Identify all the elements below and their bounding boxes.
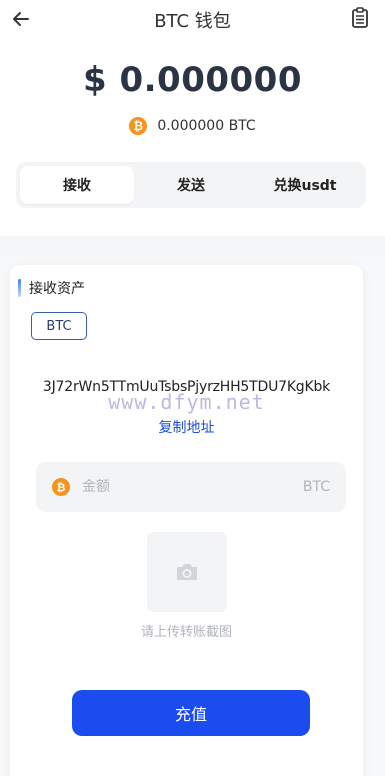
- amount-input[interactable]: [82, 479, 303, 495]
- section-accent-bar: [18, 279, 21, 297]
- crypto-balance-row: ₿ 0.000000 BTC: [0, 117, 385, 135]
- bitcoin-icon: ₿: [52, 478, 70, 496]
- camera-icon: [177, 564, 197, 580]
- upload-screenshot-button[interactable]: [147, 532, 227, 612]
- records-button[interactable]: [351, 7, 369, 29]
- fiat-balance: $ 0.000000: [82, 60, 302, 100]
- bitcoin-icon: ₿: [129, 117, 148, 135]
- clipboard-icon: [352, 7, 368, 28]
- section-header: 接收资产: [18, 278, 85, 298]
- watermark: www.dfym.net: [108, 390, 265, 414]
- copy-address-link[interactable]: 复制地址: [10, 417, 363, 437]
- amount-unit: BTC: [302, 479, 330, 495]
- deposit-button[interactable]: 充值: [72, 690, 310, 736]
- crypto-balance: 0.000000 BTC: [157, 118, 256, 134]
- app-header: BTC 钱包: [0, 0, 385, 40]
- network-chip[interactable]: BTC: [31, 312, 87, 340]
- amount-field[interactable]: ₿ BTC: [36, 462, 346, 512]
- receive-card: 接收资产 BTC 3J72rWn5TTmUuTsbsPjyrzHH5TDU7Kg…: [10, 265, 363, 776]
- page-title: BTC 钱包: [154, 11, 231, 32]
- tab-receive[interactable]: 接收: [20, 166, 134, 204]
- section-title: 接收资产: [29, 281, 85, 297]
- tab-send[interactable]: 发送: [134, 166, 248, 204]
- upload-label: 请上传转账截图: [140, 625, 232, 640]
- tab-bar: 接收 发送 兑换usdt: [16, 162, 366, 208]
- tab-exchange-usdt[interactable]: 兑换usdt: [248, 166, 362, 204]
